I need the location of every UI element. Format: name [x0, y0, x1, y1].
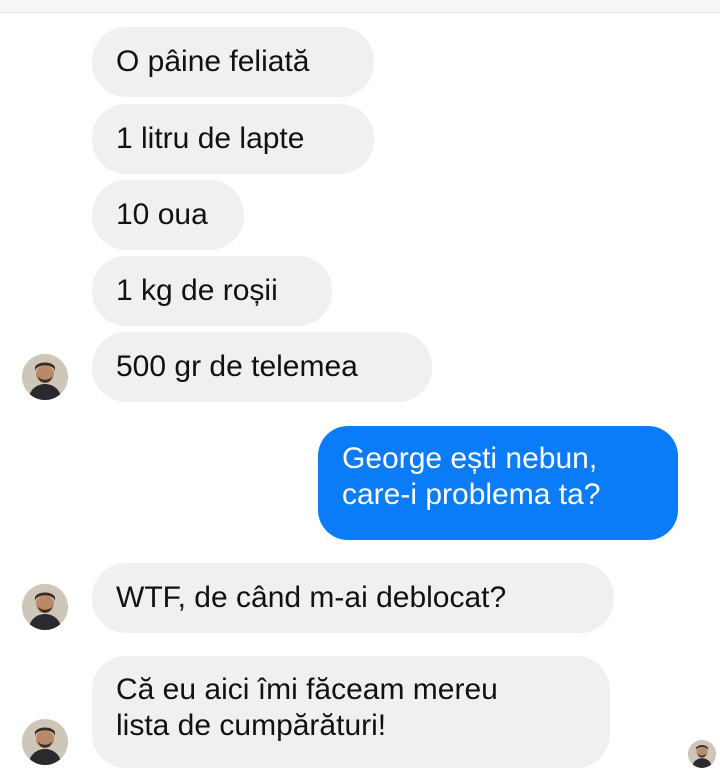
status-bar-edge	[0, 0, 720, 13]
message-bubble-incoming[interactable]: O pâine feliată	[92, 27, 374, 97]
message-text-line: care-i problema ta?	[342, 478, 601, 511]
message-bubble-incoming[interactable]: 1 kg de roșii	[92, 256, 332, 326]
message-bubble-incoming[interactable]: 500 gr de telemea	[92, 332, 432, 402]
contact-avatar-icon[interactable]	[22, 354, 68, 400]
seen-indicator-avatar-icon	[688, 740, 716, 768]
message-bubble-outgoing[interactable]: George ești nebun, care-i problema ta?	[318, 426, 678, 540]
message-text: 1 litru de lapte	[116, 122, 305, 155]
contact-avatar-icon[interactable]	[22, 719, 68, 765]
message-text: WTF, de când m-ai deblocat?	[116, 581, 507, 614]
contact-avatar-icon[interactable]	[22, 584, 68, 630]
message-bubble-incoming[interactable]: WTF, de când m-ai deblocat?	[92, 563, 614, 633]
message-text: O pâine feliată	[116, 45, 310, 78]
message-bubble-incoming[interactable]: Că eu aici îmi făceam mereu lista de cum…	[92, 656, 610, 768]
message-text: 1 kg de roșii	[116, 274, 278, 307]
message-text-line: lista de cumpărături!	[116, 709, 387, 742]
message-text-line: George ești nebun,	[342, 442, 598, 475]
message-text-line: Că eu aici îmi făceam mereu	[116, 673, 498, 706]
message-text: 500 gr de telemea	[116, 350, 358, 383]
message-bubble-incoming[interactable]: 1 litru de lapte	[92, 104, 374, 174]
message-bubble-incoming[interactable]: 10 oua	[92, 180, 244, 250]
message-text: 10 oua	[116, 198, 208, 231]
